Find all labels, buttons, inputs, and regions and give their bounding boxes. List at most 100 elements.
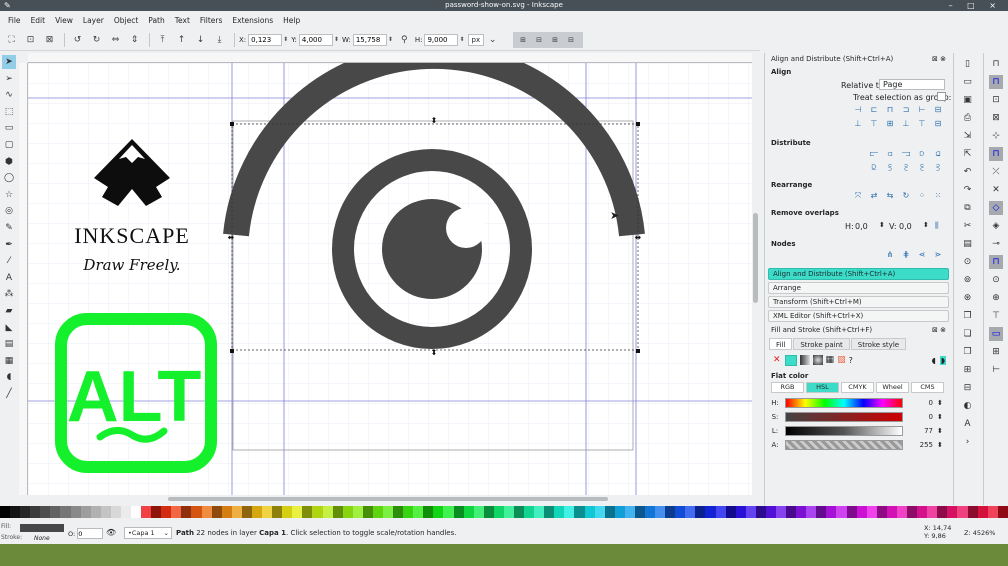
select-all-icon[interactable]: ⛶ bbox=[3, 32, 20, 48]
palette-swatch[interactable] bbox=[614, 506, 625, 518]
align-bottom-icon[interactable]: ⊥ bbox=[900, 119, 912, 129]
lightness-slider[interactable] bbox=[785, 426, 903, 436]
palette-swatch[interactable] bbox=[554, 506, 565, 518]
distribute-gap-h-icon[interactable]: ⫐ bbox=[916, 149, 928, 159]
menu-edit[interactable]: Edit bbox=[26, 16, 51, 25]
panel-transform[interactable]: Transform (Shift+Ctrl+M) bbox=[768, 296, 949, 308]
close-icon[interactable]: ⊠ ⊗ bbox=[932, 53, 946, 65]
opacity-input[interactable] bbox=[77, 528, 104, 539]
palette-swatch[interactable] bbox=[977, 506, 988, 518]
snap-guide-icon[interactable]: ⊢ bbox=[989, 363, 1003, 377]
palette-swatch[interactable] bbox=[735, 506, 746, 518]
palette-swatch[interactable] bbox=[141, 506, 152, 518]
alpha-spin-icon[interactable]: ⬍ bbox=[937, 441, 943, 449]
mode-rgb[interactable]: RGB bbox=[771, 382, 804, 393]
duplicate-icon[interactable]: ❐ bbox=[961, 309, 975, 323]
x-spin-icon[interactable]: ⬍ bbox=[283, 36, 288, 43]
distribute-gap-v-icon[interactable]: ⫕ bbox=[916, 163, 928, 173]
overlap-v-spin-icon[interactable]: ⬍ bbox=[923, 221, 929, 229]
palette-swatch[interactable] bbox=[50, 506, 61, 518]
distribute-right-icon[interactable]: ⫎ bbox=[900, 149, 912, 159]
chevron-down-icon[interactable]: ⌄ bbox=[484, 32, 501, 48]
palette-swatch[interactable] bbox=[776, 506, 787, 518]
align-center-v-icon[interactable]: ⊞ bbox=[884, 119, 896, 129]
palette-swatch[interactable] bbox=[80, 506, 91, 518]
move-patterns-icon[interactable]: ⊟ bbox=[564, 34, 578, 46]
fill-stroke-indicator[interactable]: Fill: Stroke: None bbox=[0, 522, 70, 544]
ellipse-tool-icon[interactable]: ◯ bbox=[2, 171, 16, 185]
palette-swatch[interactable] bbox=[927, 506, 938, 518]
close-icon[interactable]: ⊠ ⊗ bbox=[932, 324, 946, 336]
snap-others-icon[interactable]: ⊓ bbox=[989, 255, 1003, 269]
overlap-v-input[interactable]: 0,0 bbox=[899, 222, 912, 231]
spray-tool-icon[interactable]: ⁂ bbox=[2, 287, 16, 301]
palette-swatch[interactable] bbox=[413, 506, 424, 518]
palette-swatch[interactable] bbox=[826, 506, 837, 518]
menu-view[interactable]: View bbox=[50, 16, 78, 25]
canvas-drawing[interactable]: INKSCAPE Draw Freely. ALT ⬍ ⬍ ⬌ ⬌ ➤ bbox=[28, 63, 752, 495]
align-nodes-v-icon[interactable]: ⋕ bbox=[900, 250, 912, 260]
3dbox-tool-icon[interactable]: ⬢ bbox=[2, 155, 16, 169]
palette-swatch[interactable] bbox=[251, 506, 263, 518]
palette-swatch[interactable] bbox=[957, 506, 968, 518]
palette-swatch[interactable] bbox=[473, 506, 484, 518]
palette-swatch[interactable] bbox=[90, 506, 101, 518]
palette-swatch[interactable] bbox=[282, 506, 293, 518]
distribute-center-v-icon[interactable]: ⫓ bbox=[884, 163, 896, 173]
unit-select[interactable]: px bbox=[467, 33, 485, 46]
palette-swatch[interactable] bbox=[393, 506, 404, 518]
panel-xml-editor[interactable]: XML Editor (Shift+Ctrl+X) bbox=[768, 310, 949, 322]
redo-icon[interactable]: ↷ bbox=[961, 183, 975, 197]
palette-swatch[interactable] bbox=[131, 506, 142, 518]
palette-swatch[interactable] bbox=[624, 506, 635, 518]
align-left-anchor-icon[interactable]: ⊢ bbox=[916, 105, 928, 115]
palette-swatch[interactable] bbox=[262, 506, 273, 518]
distribute-text-v-icon[interactable]: ⫖ bbox=[932, 163, 944, 173]
calligraphy-tool-icon[interactable]: ⁄ bbox=[2, 254, 16, 268]
palette-swatch[interactable] bbox=[604, 506, 615, 518]
mode-cms[interactable]: CMS bbox=[911, 382, 944, 393]
unclump-icon[interactable]: ⁙ bbox=[932, 191, 944, 201]
fill-rule-nonzero-icon[interactable]: ◗ bbox=[939, 355, 946, 365]
canvas[interactable]: INKSCAPE Draw Freely. ALT ⬍ ⬍ ⬌ ⬌ ➤ bbox=[28, 63, 752, 495]
palette-swatch[interactable] bbox=[544, 506, 555, 518]
palette-swatch[interactable] bbox=[715, 506, 726, 518]
unlink-clone-icon[interactable]: ❒ bbox=[961, 345, 975, 359]
lightness-value[interactable]: 77 bbox=[907, 427, 933, 435]
palette-swatch[interactable] bbox=[634, 506, 645, 518]
palette-swatch[interactable] bbox=[534, 506, 545, 518]
window-controls[interactable]: – □ × bbox=[949, 0, 1002, 11]
cut-icon[interactable]: ✂ bbox=[961, 219, 975, 233]
palette-swatch[interactable] bbox=[40, 506, 51, 518]
snap-page-icon[interactable]: ▭ bbox=[989, 327, 1003, 341]
palette-swatch[interactable] bbox=[110, 506, 121, 518]
graph-layout-icon[interactable]: ⤧ bbox=[852, 191, 864, 201]
menu-extensions[interactable]: Extensions bbox=[227, 16, 278, 25]
y-input[interactable] bbox=[298, 33, 333, 46]
zoom-field[interactable]: Z: 4526% bbox=[964, 529, 995, 537]
palette-swatch[interactable] bbox=[665, 506, 676, 518]
palette-swatch[interactable] bbox=[453, 506, 464, 518]
palette-swatch[interactable] bbox=[483, 506, 494, 518]
copy-icon[interactable]: ⧉ bbox=[961, 201, 975, 215]
saturation-value[interactable]: 0 bbox=[907, 413, 933, 421]
text-tool-icon[interactable]: A bbox=[2, 271, 16, 285]
unset-paint-icon[interactable]: ? bbox=[849, 356, 853, 365]
palette-swatch[interactable] bbox=[836, 506, 847, 518]
lock-ratio-icon[interactable]: ⚲ bbox=[396, 32, 413, 48]
saturation-slider[interactable] bbox=[785, 412, 903, 422]
palette-swatch[interactable] bbox=[896, 506, 908, 518]
node-tool-icon[interactable]: ➢ bbox=[2, 72, 16, 86]
raise-icon[interactable]: ↑ bbox=[173, 32, 190, 48]
palette-swatch[interactable] bbox=[372, 506, 383, 518]
palette-swatch[interactable] bbox=[403, 506, 414, 518]
palette-swatch[interactable] bbox=[443, 506, 454, 518]
dropper-tool-icon[interactable]: ◖ bbox=[2, 370, 16, 384]
no-paint-icon[interactable]: ✕ bbox=[773, 355, 781, 365]
vertical-scroll-thumb[interactable] bbox=[753, 213, 758, 303]
snap-grid-icon[interactable]: ⊞ bbox=[989, 345, 1003, 359]
horizontal-scroll-thumb[interactable] bbox=[168, 497, 608, 501]
palette-swatch[interactable] bbox=[292, 506, 303, 518]
hue-slider[interactable] bbox=[785, 398, 903, 408]
palette-swatch[interactable] bbox=[755, 506, 766, 518]
